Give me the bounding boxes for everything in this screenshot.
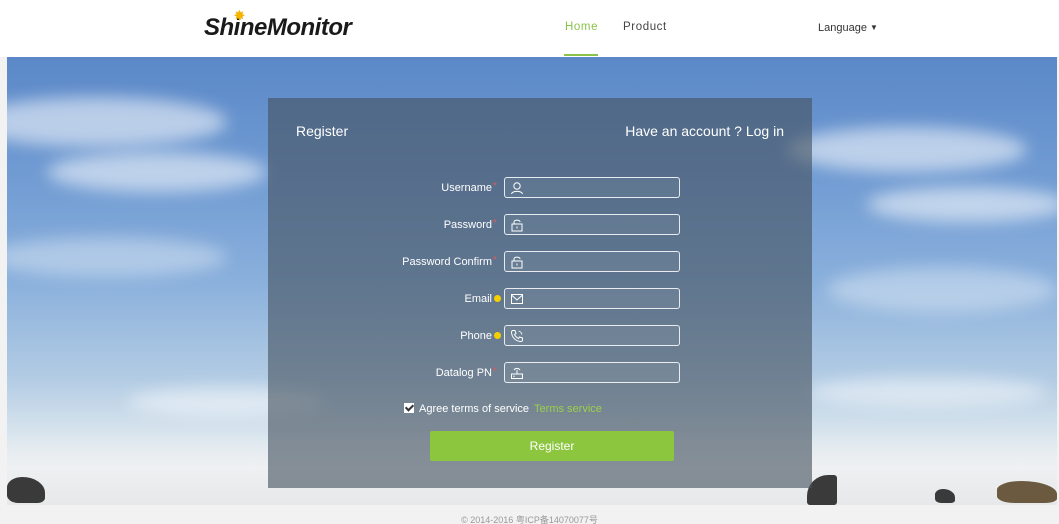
phone-input[interactable] [504,325,680,346]
password-confirm-input[interactable] [504,251,680,272]
password-input[interactable] [504,214,680,235]
rock-shape [935,489,955,503]
password-confirm-row: Password Confirm * [268,251,812,273]
optional-dot-marker [494,295,501,302]
cloud-shape [787,127,1027,172]
nav-product[interactable]: Product [623,21,667,33]
datalog-pn-input[interactable] [504,362,680,383]
required-marker: * [493,366,497,377]
cloud-shape [7,97,227,147]
agree-label: Agree terms of service [419,403,530,415]
password-label: Password [443,219,492,231]
cloud-shape [827,267,1057,312]
optional-dot-marker [494,332,501,339]
language-label: Language [818,22,867,34]
terms-service-link[interactable]: Terms service [534,403,602,415]
footer: © 2014-2016 粤ICP备14070077号 [0,505,1059,524]
password-row: Password * [268,214,812,236]
nav-active-indicator [564,54,598,56]
datalog-pn-row: Datalog PN * [268,362,812,384]
phone-row: Phone [268,325,812,347]
username-input[interactable] [504,177,680,198]
agree-terms-row: Agree terms of service Terms service [404,403,602,415]
password-confirm-label: Password Confirm [402,256,492,268]
register-title: Register [296,123,349,139]
username-label: Username [441,182,492,194]
logo-text-monitor: Monitor [266,14,352,41]
cloud-shape [47,152,267,192]
register-panel: Register Have an account ? Log in Userna… [268,98,812,488]
lock-icon [511,256,523,269]
email-label: Email [464,293,492,305]
sun-star-icon: ✸ [234,8,245,23]
cloud-shape [807,377,1047,407]
username-row: Username * [268,177,812,199]
email-input[interactable] [504,288,680,309]
cloud-shape [7,237,227,277]
lock-icon [511,219,523,232]
datalog-pn-label: Datalog PN [435,367,492,379]
required-marker: * [493,255,497,266]
agree-checkbox[interactable] [404,403,414,413]
language-dropdown[interactable]: Language ▼ [818,22,878,34]
footer-copyright: © 2014-2016 粤ICP备14070077号 [461,515,598,524]
register-button[interactable]: Register [430,431,674,461]
caret-down-icon: ▼ [869,23,878,32]
phone-icon [510,330,523,343]
shinemonitor-logo[interactable]: Shine ✸ Monitor [204,8,352,42]
login-link[interactable]: Have an account ? Log in [625,123,784,139]
required-marker: * [493,218,497,229]
cloud-shape [867,187,1057,222]
user-icon [511,182,523,195]
router-icon [511,367,523,379]
top-header: Shine ✸ Monitor Home Product Language ▼ [0,0,1059,57]
email-row: Email [268,288,812,310]
required-marker: * [493,181,497,192]
mail-icon [511,294,523,304]
phone-label: Phone [460,330,492,342]
nav-home[interactable]: Home [565,21,598,33]
